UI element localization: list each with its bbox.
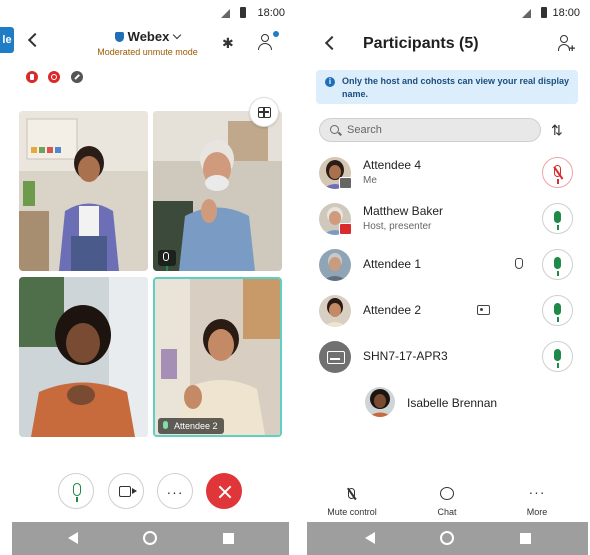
mic-toggle-button[interactable] bbox=[542, 295, 573, 326]
signal-icon bbox=[522, 9, 531, 18]
meeting-screen: 18:00 le Webex Moderated unmute mode ✱ A… bbox=[0, 0, 295, 555]
active-speaker-name-tag: Attendee 2 bbox=[158, 418, 224, 434]
sort-icon[interactable]: ⇅ bbox=[551, 122, 563, 139]
chat-bubble-icon bbox=[412, 485, 482, 505]
device-icon bbox=[339, 177, 352, 189]
notification-dot bbox=[273, 31, 279, 37]
nav-recents-icon[interactable] bbox=[520, 533, 531, 544]
info-icon: i bbox=[325, 77, 335, 87]
avatar bbox=[365, 387, 395, 417]
participant-role: Me bbox=[363, 175, 377, 186]
recording-icon bbox=[26, 71, 38, 83]
avatar bbox=[319, 249, 351, 281]
microphone-icon bbox=[554, 211, 561, 230]
mic-toggle-button[interactable] bbox=[542, 249, 573, 280]
link-icon bbox=[70, 71, 83, 83]
meeting-title-dropdown[interactable]: Webex bbox=[0, 29, 295, 44]
mic-toggle-button[interactable] bbox=[542, 203, 573, 234]
microphone-icon bbox=[554, 303, 561, 322]
nav-back-icon[interactable] bbox=[68, 532, 78, 544]
info-banner: i Only the host and cohosts can view you… bbox=[316, 70, 578, 104]
muted-indicator bbox=[158, 250, 176, 271]
live-icon bbox=[48, 71, 61, 83]
presenting-icon bbox=[339, 223, 352, 235]
video-tile-1[interactable] bbox=[19, 111, 148, 271]
search-icon bbox=[330, 125, 339, 134]
participant-name: SHN7-17-APR3 bbox=[363, 349, 448, 363]
participant-name: Attendee 2 bbox=[363, 303, 422, 317]
status-bar: 18:00 bbox=[305, 0, 590, 26]
android-nav-bar bbox=[12, 522, 289, 555]
participant-name: Attendee 1 bbox=[363, 257, 422, 271]
participant-name: Attendee 4 bbox=[363, 158, 422, 172]
microphone-icon bbox=[554, 349, 561, 368]
mic-toggle-button[interactable] bbox=[542, 341, 573, 372]
more-options-button[interactable]: ··· bbox=[157, 473, 193, 509]
participant-row-attendee-4[interactable]: Attendee 4 Me bbox=[305, 150, 590, 194]
mute-button[interactable] bbox=[58, 473, 94, 509]
clock: 18:00 bbox=[257, 7, 285, 19]
back-icon[interactable] bbox=[324, 35, 340, 51]
search-input[interactable] bbox=[319, 118, 541, 142]
avatar bbox=[319, 295, 351, 327]
battery-icon bbox=[240, 7, 246, 18]
participant-role: Host, presenter bbox=[363, 221, 432, 232]
camera-icon bbox=[119, 486, 137, 497]
status-badges bbox=[26, 70, 89, 88]
android-nav-bar bbox=[307, 522, 588, 555]
mute-control-button[interactable]: Mute control bbox=[317, 485, 387, 517]
battery-icon bbox=[541, 7, 547, 18]
participants-screen: 18:00 Participants (5) + i Only the host… bbox=[305, 0, 590, 555]
grid-layout-icon bbox=[258, 107, 271, 118]
nav-home-icon[interactable] bbox=[440, 531, 454, 545]
layout-toggle-button[interactable] bbox=[249, 97, 279, 127]
raise-hand-icon bbox=[515, 258, 523, 269]
video-tile-3[interactable] bbox=[19, 277, 148, 437]
shield-icon bbox=[114, 32, 124, 42]
video-tile-2[interactable] bbox=[153, 111, 282, 271]
mic-off-icon bbox=[317, 485, 387, 505]
participant-row-matthew-baker[interactable]: Matthew Baker Host, presenter bbox=[305, 196, 590, 240]
app-title: Webex bbox=[127, 29, 170, 44]
more-button[interactable]: ··· More bbox=[502, 485, 572, 517]
mic-muted-icon bbox=[163, 252, 169, 271]
nav-back-icon[interactable] bbox=[365, 532, 375, 544]
nav-recents-icon[interactable] bbox=[223, 533, 234, 544]
mic-toggle-button[interactable] bbox=[542, 157, 573, 188]
participants-icon[interactable] bbox=[258, 31, 279, 52]
participant-row-attendee-2[interactable]: Attendee 2 bbox=[305, 288, 590, 332]
participant-name: Isabelle Brennan bbox=[407, 396, 498, 410]
signal-icon bbox=[221, 9, 230, 18]
mute-control-label: Mute control bbox=[327, 507, 377, 517]
mode-label: Moderated unmute mode bbox=[97, 47, 198, 57]
mic-icon bbox=[163, 421, 168, 429]
clock: 18:00 bbox=[552, 7, 580, 19]
participant-row-device[interactable]: SHN7-17-APR3 bbox=[305, 334, 590, 378]
more-dots-icon: ··· bbox=[166, 484, 184, 500]
nav-home-icon[interactable] bbox=[143, 531, 157, 545]
participant-row-isabelle-brennan[interactable]: Isabelle Brennan bbox=[305, 381, 590, 425]
id-card-icon bbox=[477, 305, 490, 315]
video-tile-4[interactable] bbox=[153, 277, 282, 437]
status-bar: 18:00 bbox=[0, 0, 295, 26]
more-label: More bbox=[526, 507, 548, 517]
page-title: Participants (5) bbox=[363, 35, 479, 52]
microphone-icon bbox=[554, 257, 561, 276]
microphone-icon bbox=[73, 483, 81, 502]
chat-button[interactable]: Chat bbox=[412, 485, 482, 517]
participant-name: Matthew Baker bbox=[363, 204, 444, 218]
leave-meeting-button[interactable] bbox=[206, 473, 242, 509]
info-text: Only the host and cohosts can view your … bbox=[342, 76, 570, 99]
bluetooth-icon[interactable]: ✱ bbox=[222, 35, 234, 52]
device-avatar-icon bbox=[319, 341, 351, 373]
chevron-down-icon bbox=[173, 30, 182, 40]
chat-label: Chat bbox=[437, 507, 457, 517]
add-participant-icon[interactable]: + bbox=[558, 35, 576, 55]
speaker-name: Attendee 2 bbox=[174, 421, 218, 431]
video-button[interactable] bbox=[108, 473, 144, 509]
more-dots-icon: ··· bbox=[528, 484, 546, 500]
close-icon bbox=[218, 485, 232, 499]
participant-row-attendee-1[interactable]: Attendee 1 bbox=[305, 242, 590, 286]
